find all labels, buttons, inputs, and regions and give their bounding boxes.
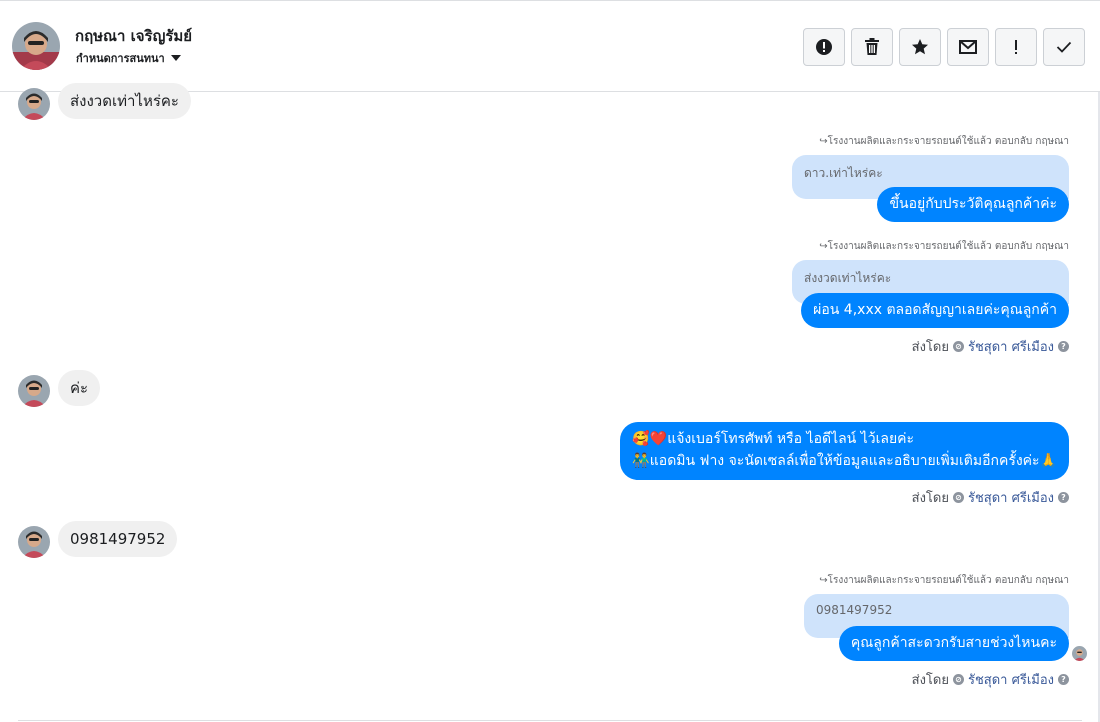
sent-by-line: ส่งโดย ⊘ รัชสุดา ศรีเมือง ? [912, 487, 1069, 508]
caret-down-icon [170, 55, 181, 61]
sent-by-agent[interactable]: รัชสุดา ศรีเมือง [968, 487, 1054, 508]
envelope-icon [959, 40, 977, 54]
reply-note-text: โรงงานผลิตและกระจายรถยนต์ใช้แล้ว ตอบกลับ… [827, 136, 1069, 147]
outgoing-message[interactable]: ขึ้นอยู่กับประวัติคุณลูกค้าค่ะ [877, 187, 1069, 222]
no-entry-icon: ⊘ [952, 492, 964, 503]
contact-name[interactable]: กฤษณา เจริญรัมย์ [75, 24, 192, 48]
exclamation-icon [1015, 40, 1017, 54]
message-line: 👬แอดมิน ฟาง จะนัดเซลล์เพื่อให้ข้อมูลและอ… [632, 453, 1057, 469]
no-entry-icon: ⊘ [952, 674, 964, 685]
reply-note-text: โรงงานผลิตและกระจายรถยนต์ใช้แล้ว ตอบกลับ… [827, 241, 1069, 252]
incoming-message[interactable]: ค่ะ [58, 370, 101, 406]
outgoing-message[interactable]: 🥰❤️แจ้งเบอร์โทรศัพท์ หรือ ไอดีไลน์ ไว้เล… [620, 422, 1069, 480]
conversation-panel: กฤษณา เจริญรัมย์ กำหนดการสนทนา ส่งงวดเท่… [0, 0, 1100, 722]
sent-by-agent[interactable]: รัชสุดา ศรีเมือง [968, 336, 1054, 357]
reply-note: ↪โรงงานผลิตและกระจายรถยนต์ใช้แล้ว ตอบกลั… [819, 136, 1069, 147]
incoming-message[interactable]: ส่งงวดเท่าไหร่คะ [58, 83, 191, 119]
read-receipt-avatar [1072, 646, 1087, 661]
help-icon[interactable]: ? [1058, 492, 1069, 503]
conversation-header: กฤษณา เจริญรัมย์ กำหนดการสนทนา [0, 1, 1100, 92]
alert-circle-icon [816, 39, 832, 55]
trash-icon [865, 38, 879, 55]
header-actions [803, 28, 1085, 66]
sent-by-line: ส่งโดย ⊘ รัชสุดา ศรีเมือง ? [912, 669, 1069, 690]
sent-by-line: ส่งโดย ⊘ รัชสุดา ศรีเมือง ? [912, 336, 1069, 357]
assign-label: กำหนดการสนทนา [76, 52, 165, 65]
report-spam-button[interactable] [803, 28, 845, 66]
message-line: 🥰❤️แจ้งเบอร์โทรศัพท์ หรือ ไอดีไลน์ ไว้เล… [632, 431, 915, 447]
mark-done-button[interactable] [1043, 28, 1085, 66]
contact-avatar-small [18, 375, 50, 407]
check-icon [1056, 41, 1072, 53]
sent-by-label: ส่งโดย [911, 340, 949, 355]
reply-note: ↪โรงงานผลิตและกระจายรถยนต์ใช้แล้ว ตอบกลั… [819, 241, 1069, 252]
star-button[interactable] [899, 28, 941, 66]
reply-note-text: โรงงานผลิตและกระจายรถยนต์ใช้แล้ว ตอบกลับ… [827, 575, 1069, 586]
assign-conversation-dropdown[interactable]: กำหนดการสนทนา [76, 49, 181, 67]
contact-avatar-small [18, 88, 50, 120]
mark-unread-button[interactable] [947, 28, 989, 66]
contact-avatar-small [18, 526, 50, 558]
important-button[interactable] [995, 28, 1037, 66]
star-icon [912, 39, 928, 55]
no-entry-icon: ⊘ [952, 341, 964, 352]
incoming-message[interactable]: 0981497952 [58, 521, 178, 557]
help-icon[interactable]: ? [1058, 341, 1069, 352]
sent-by-label: ส่งโดย [911, 673, 949, 688]
outgoing-message[interactable]: คุณลูกค้าสะดวกรับสายช่วงไหนคะ [838, 626, 1069, 661]
contact-avatar[interactable] [12, 22, 60, 70]
reply-note: ↪โรงงานผลิตและกระจายรถยนต์ใช้แล้ว ตอบกลั… [819, 575, 1069, 586]
sent-by-label: ส่งโดย [911, 491, 949, 506]
sent-by-agent[interactable]: รัชสุดา ศรีเมือง [968, 669, 1054, 690]
outgoing-message[interactable]: ผ่อน 4,xxx ตลอดสัญญาเลยค่ะคุณลูกค้า [801, 293, 1069, 328]
delete-button[interactable] [851, 28, 893, 66]
help-icon[interactable]: ? [1058, 674, 1069, 685]
